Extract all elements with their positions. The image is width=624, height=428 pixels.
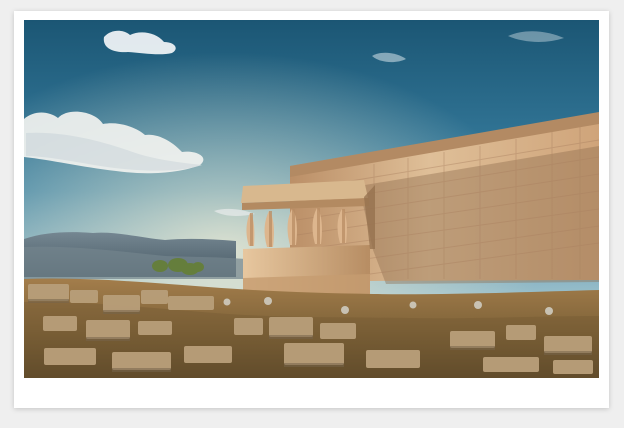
acropolis-photo — [24, 20, 599, 378]
photo-card — [14, 11, 609, 408]
page — [0, 0, 624, 428]
photo-frame[interactable] — [24, 20, 599, 378]
